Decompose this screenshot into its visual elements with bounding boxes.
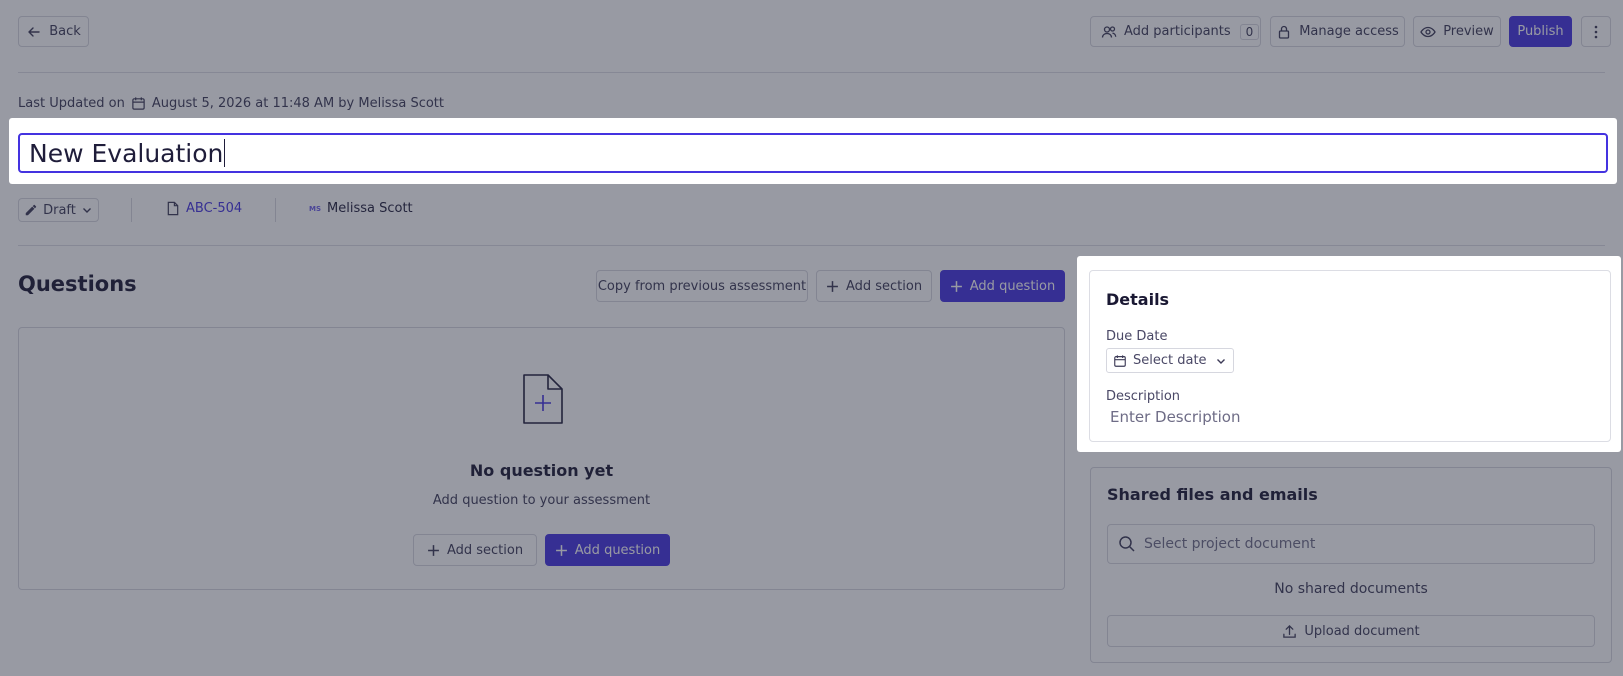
page: Back Add participants 0 Manage access Pr… (0, 0, 1623, 676)
plus-icon (950, 280, 963, 293)
upload-document-label: Upload document (1304, 623, 1420, 639)
arrow-left-icon (26, 24, 42, 40)
due-date-label: Due Date (1106, 329, 1168, 344)
info-divider (18, 245, 1605, 246)
plus-icon (555, 544, 568, 557)
info-separator (275, 198, 276, 222)
publish-label: Publish (1517, 24, 1564, 39)
publish-button[interactable]: Publish (1509, 16, 1572, 47)
lock-icon (1276, 24, 1292, 40)
upload-document-button[interactable]: Upload document (1107, 615, 1595, 647)
calendar-icon (1113, 354, 1127, 368)
text-caret (224, 139, 226, 167)
details-title: Details (1106, 290, 1170, 309)
empty-subtitle: Add question to your assessment (432, 493, 651, 508)
more-vertical-icon (1594, 25, 1598, 39)
empty-add-section-button[interactable]: Add section (413, 534, 537, 566)
preview-label: Preview (1443, 24, 1494, 39)
questions-heading: Questions (18, 272, 137, 296)
status-dropdown[interactable]: Draft (18, 198, 99, 222)
chevron-down-icon (1215, 355, 1227, 367)
plus-icon (826, 280, 839, 293)
add-question-label: Add question (969, 278, 1056, 294)
add-section-label: Add section (446, 542, 524, 558)
due-date-picker[interactable]: Select date (1106, 348, 1234, 373)
copy-from-previous-button[interactable]: Copy from previous assessment (596, 270, 808, 302)
document-icon (166, 201, 180, 216)
header-divider (18, 72, 1605, 73)
upload-icon (1282, 624, 1297, 639)
title-value: New Evaluation (29, 138, 224, 168)
manage-access-label: Manage access (1299, 24, 1399, 39)
calendar-icon (131, 96, 146, 111)
back-label: Back (49, 24, 81, 39)
owner-name: Melissa Scott (327, 201, 413, 216)
shared-files-panel: Shared files and emails Select project d… (1090, 467, 1612, 663)
participants-count-badge: 0 (1239, 23, 1260, 40)
document-search-placeholder: Select project document (1144, 536, 1316, 552)
empty-add-question-button[interactable]: Add question (545, 534, 670, 566)
details-card: Details Due Date Select date Description… (1089, 270, 1611, 442)
date-placeholder: Select date (1133, 353, 1207, 368)
manage-access-button[interactable]: Manage access (1270, 16, 1405, 47)
description-label: Description (1106, 389, 1181, 404)
last-updated: Last Updated on August 5, 2026 at 11:48 … (18, 96, 444, 111)
title-input[interactable]: New Evaluation (18, 133, 1608, 173)
chevron-down-icon (81, 204, 93, 216)
search-icon (1118, 535, 1136, 553)
copy-from-previous-label: Copy from previous assessment (597, 278, 807, 294)
info-separator (131, 198, 132, 222)
pencil-icon (24, 203, 38, 217)
description-input[interactable]: Enter Description (1110, 408, 1240, 426)
add-question-label: Add question (574, 542, 661, 558)
add-question-button[interactable]: Add question (940, 270, 1065, 302)
add-participants-button[interactable]: Add participants 0 (1090, 16, 1261, 47)
add-section-label: Add section (845, 278, 923, 294)
back-button[interactable]: Back (18, 16, 89, 47)
preview-button[interactable]: Preview (1413, 16, 1501, 47)
owner: MS Melissa Scott (309, 201, 413, 216)
shared-files-title: Shared files and emails (1107, 485, 1318, 504)
last-updated-prefix: Last Updated on (18, 96, 125, 111)
document-search-input[interactable]: Select project document (1107, 524, 1595, 564)
questions-empty-panel: No question yet Add question to your ass… (18, 327, 1065, 590)
add-section-button[interactable]: Add section (816, 270, 932, 302)
add-file-icon (522, 373, 564, 425)
document-id: ABC-504 (186, 201, 243, 216)
empty-title: No question yet (469, 461, 614, 480)
eye-icon (1420, 24, 1436, 40)
more-options-button[interactable] (1581, 16, 1611, 47)
status-label: Draft (43, 202, 76, 218)
last-updated-value: August 5, 2026 at 11:48 AM by Melissa Sc… (151, 96, 444, 111)
document-link[interactable]: ABC-504 (166, 201, 242, 216)
avatar: MS (309, 204, 322, 213)
users-icon (1101, 24, 1117, 40)
no-shared-documents: No shared documents (1274, 581, 1428, 597)
add-participants-label: Add participants (1124, 24, 1231, 39)
plus-icon (427, 544, 440, 557)
